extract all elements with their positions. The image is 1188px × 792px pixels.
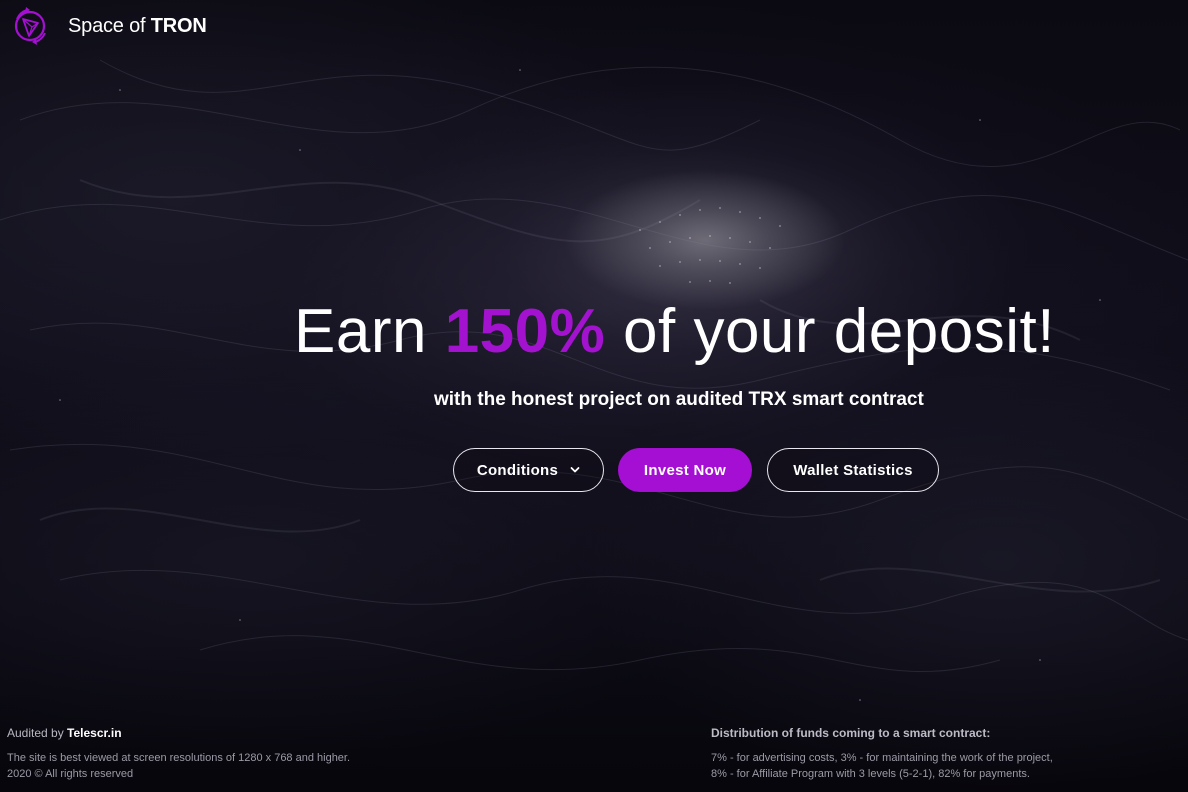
wallet-statistics-button[interactable]: Wallet Statistics bbox=[767, 448, 939, 492]
brand-prefix: Space of bbox=[68, 14, 151, 37]
hero-title-before: Earn bbox=[294, 297, 445, 366]
hero-subtitle: with the honest project on audited TRX s… bbox=[434, 389, 924, 410]
hero-title-after: of your deposit! bbox=[605, 297, 1055, 366]
landing-page: Space of TRON Earn 150% of your deposit!… bbox=[0, 0, 1188, 792]
site-header: Space of TRON bbox=[10, 4, 207, 48]
hero-title: Earn 150% of your deposit! bbox=[294, 296, 1055, 368]
distribution-line: 8% - for Affiliate Program with 3 levels… bbox=[711, 768, 1030, 780]
brand-name[interactable]: Space of TRON bbox=[68, 15, 207, 38]
conditions-label: Conditions bbox=[476, 461, 559, 479]
hero-title-accent: 150% bbox=[444, 297, 606, 366]
invest-now-button[interactable]: Invest Now bbox=[618, 448, 752, 492]
conditions-dropdown-button[interactable]: Conditions bbox=[453, 448, 604, 492]
audited-prefix: Audited by bbox=[7, 726, 68, 740]
tron-space-logo-icon[interactable] bbox=[10, 5, 52, 47]
resolution-note: The site is best viewed at screen resolu… bbox=[7, 752, 351, 764]
audited-by: Audited by Telescr.in bbox=[7, 726, 350, 740]
chevron-down-icon bbox=[570, 467, 580, 473]
copyright: 2020 © All rights reserved bbox=[7, 768, 134, 780]
footer-right: Distribution of funds coming to a smart … bbox=[711, 726, 1053, 782]
brand-strong: TRON bbox=[150, 14, 207, 37]
distribution-line: 7% - for advertising costs, 3% - for mai… bbox=[711, 752, 1053, 764]
footer-left: Audited by Telescr.in The site is best v… bbox=[7, 726, 350, 782]
distribution-heading: Distribution of funds coming to a smart … bbox=[711, 726, 991, 740]
auditor-link[interactable]: Telescr.in bbox=[67, 726, 121, 740]
